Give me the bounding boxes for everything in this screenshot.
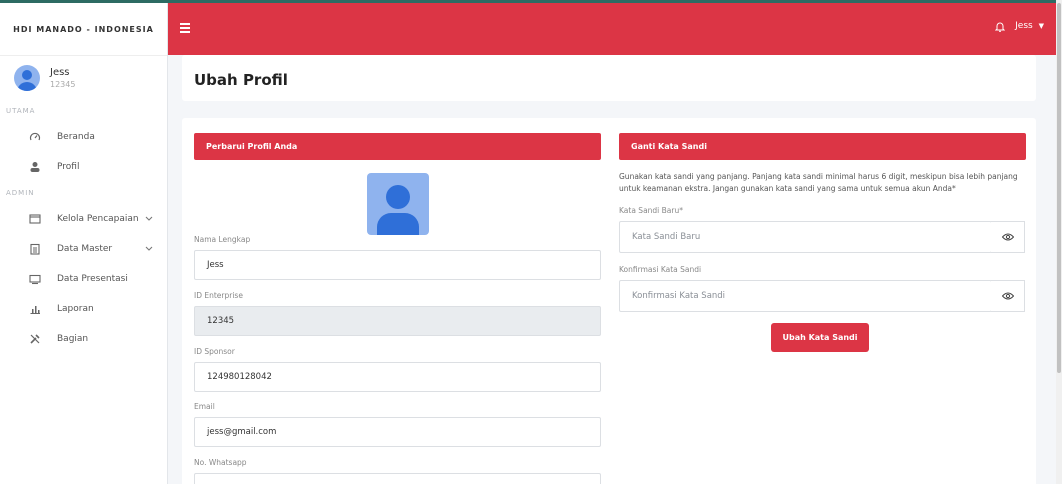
toggle-new-password-visibility[interactable] [991,221,1025,253]
sidebar-user-name: Jess [50,67,70,78]
page-scrollbar[interactable] [1056,0,1062,484]
sponsor-field[interactable]: 124980128042 [194,362,601,392]
confirm-password-input[interactable]: Konfirmasi Kata Sandi [619,280,992,312]
new-password-label: Kata Sandi Baru* [619,206,683,215]
gauge-icon [29,131,41,143]
sidebar-user-id: 12345 [50,80,76,89]
sidebar-item-data-master[interactable]: Data Master [0,234,167,264]
bar-chart-icon [29,303,41,315]
window-icon [29,213,41,225]
profile-section-header: Perbarui Profil Anda [194,133,601,160]
sidebar-item-label: Data Presentasi [57,274,128,284]
avatar [14,65,40,91]
sponsor-label: ID Sponsor [194,347,235,356]
change-password-button[interactable]: Ubah Kata Sandi [771,323,869,352]
name-field[interactable]: Jess [194,250,601,280]
whatsapp-label: No. Whatsapp [194,458,247,467]
clipboard-icon [29,243,41,255]
new-password-input[interactable]: Kata Sandi Baru [619,221,992,253]
sidebar-item-profil[interactable]: Profil [0,152,167,182]
sidebar-item-data-presentasi[interactable]: Data Presentasi [0,264,167,294]
toggle-confirm-password-visibility[interactable] [991,280,1025,312]
sidebar: HDI MANADO - INDONESIA Jess 12345 UTAMA … [0,0,168,484]
caret-down-icon: ▼ [1038,22,1044,30]
section-label-main: UTAMA [6,107,36,115]
sidebar-item-label: Beranda [57,132,95,142]
email-label: Email [194,402,215,411]
password-section-header: Ganti Kata Sandi [619,133,1026,160]
user-menu-toggle[interactable]: Jess ▼ [1015,21,1044,31]
tools-icon [29,333,41,345]
profile-card: Perbarui Profil Anda Nama Lengkap Jess I… [182,118,1036,484]
top-navbar: Jess ▼ [0,0,1062,55]
sidebar-item-label: Data Master [57,244,113,254]
chevron-down-icon [145,215,153,224]
sidebar-item-label: Laporan [57,304,94,314]
sidebar-item-label: Bagian [57,334,89,344]
user-icon [29,161,41,173]
sidebar-item-kelola-pencapaian[interactable]: Kelola Pencapaian [0,204,167,234]
enterprise-label: ID Enterprise [194,291,243,300]
brand-title[interactable]: HDI MANADO - INDONESIA [0,3,167,56]
enterprise-field: 12345 [194,306,601,336]
page-header: Ubah Profil [182,55,1036,101]
email-field[interactable]: jess@gmail.com [194,417,601,447]
sidebar-item-laporan[interactable]: Laporan [0,294,167,324]
password-description: Gunakan kata sandi yang panjang. Panjang… [619,172,1018,193]
section-label-admin: ADMIN [6,189,35,197]
page-title: Ubah Profil [194,71,288,89]
eye-icon [1001,290,1014,303]
sidebar-item-bagian[interactable]: Bagian [0,324,167,354]
sidebar-item-beranda[interactable]: Beranda [0,122,167,152]
bell-icon[interactable] [994,21,1006,32]
sidebar-user[interactable]: Jess 12345 [0,56,167,100]
monitor-icon [29,273,41,285]
chevron-down-icon [145,245,153,254]
sidebar-item-label: Profil [57,162,80,172]
confirm-password-label: Konfirmasi Kata Sandi [619,265,702,274]
sidebar-item-label: Kelola Pencapaian [57,214,139,224]
whatsapp-field[interactable] [194,473,601,484]
menu-toggle-icon[interactable] [180,23,190,35]
eye-icon [1001,231,1014,244]
profile-avatar[interactable] [367,173,429,235]
name-label: Nama Lengkap [194,235,251,244]
user-menu-name: Jess [1015,21,1033,31]
